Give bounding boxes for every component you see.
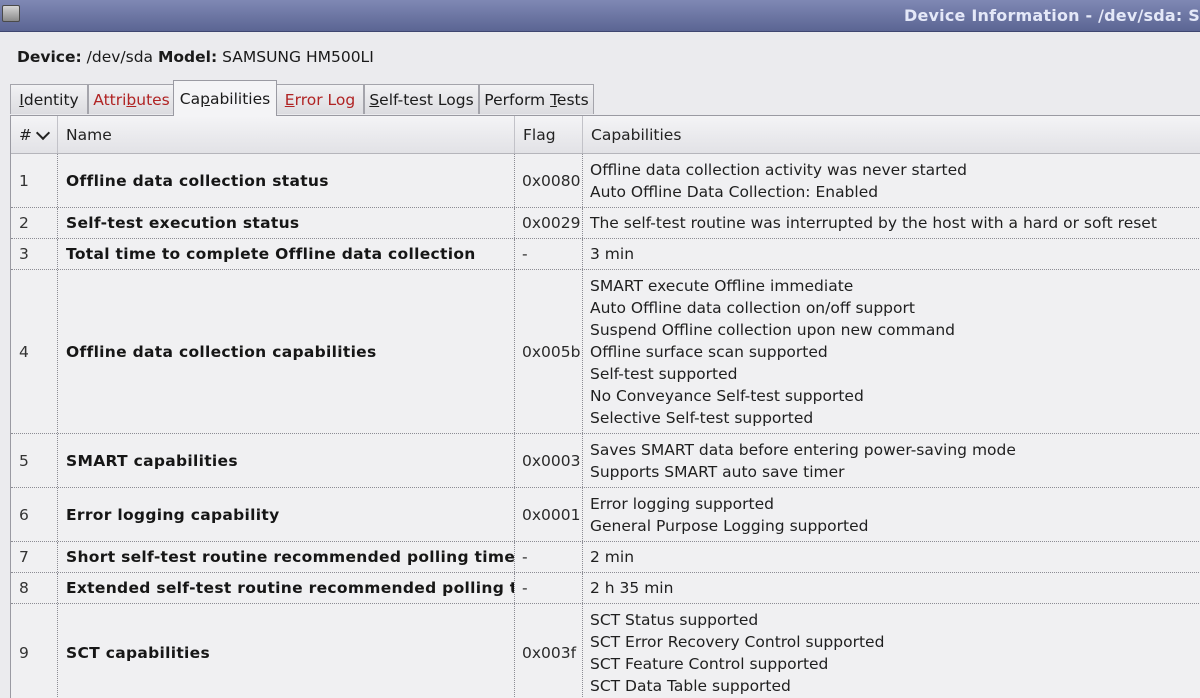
table-row[interactable]: 1 Offline data collection status 0x0080 Off… [11,154,1200,208]
row-capabilities: The self-test routine was interrupted by… [583,208,1200,238]
table-row[interactable]: 6 Error logging capability 0x0001 Error log… [11,488,1200,542]
row-number: 9 [11,604,58,698]
row-capabilities: Error logging supported General Purpose L… [583,488,1200,541]
capability-line: SCT Data Table supported [590,676,791,695]
row-number: 4 [11,270,58,433]
tab-label: Perform Tests [484,90,589,109]
column-header-name[interactable]: Name [58,116,515,153]
capability-line: 3 min [590,245,635,263]
row-name: SMART capabilities [58,434,515,487]
row-flag: 0x0003 [515,434,583,487]
device-value: /dev/sda [86,48,154,66]
capability-line: SCT Status supported [590,610,759,629]
capability-line: No Conveyance Self-test supported [590,386,864,405]
table-row[interactable]: 2 Self-test execution status 0x0029 The sel… [11,208,1200,239]
tab-label: Attributes [93,90,170,109]
row-flag: 0x0080 [515,154,583,207]
capability-line: 2 min [590,548,635,566]
row-capabilities: 2 h 35 min [583,573,1200,603]
capability-line: Self-test supported [590,364,738,383]
capability-line: Offline data collection activity was nev… [590,160,967,179]
table-header: # Name Flag Capabilities [11,116,1200,154]
row-number: 7 [11,542,58,572]
row-capabilities: 3 min [583,239,1200,269]
capability-line: SMART execute Offline immediate [590,276,854,295]
tab-label: Self-test Logs [369,90,474,109]
row-number: 1 [11,154,58,207]
row-capabilities: SMART execute Offline immediate Auto Offl… [583,270,1200,433]
capabilities-table[interactable]: # Name Flag Capabilities 1 Offline data c… [10,115,1200,698]
row-number: 2 [11,208,58,238]
row-flag: 0x005b [515,270,583,433]
row-flag: 0x0029 [515,208,583,238]
capability-line: The self-test routine was interrupted by… [590,214,1157,232]
row-name: Self-test execution status [58,208,515,238]
row-capabilities: SCT Status supported SCT Error Recovery C… [583,604,1200,698]
capability-line: Supports SMART auto save timer [590,462,845,481]
capability-line: Auto Offline Data Collection: Enabled [590,182,879,201]
capability-line: Saves SMART data before entering power-s… [590,440,1016,459]
tab-self-test-logs[interactable]: Self-test Logs [364,84,479,114]
row-name: SCT capabilities [58,604,515,698]
row-flag: - [515,542,583,572]
row-name: Error logging capability [58,488,515,541]
row-number: 5 [11,434,58,487]
tab-label: Identity [19,90,79,109]
device-summary: Device: /dev/sda Model: SAMSUNG HM500LI [17,48,374,66]
column-header-capabilities-label: Capabilities [591,125,682,144]
table-row[interactable]: 8 Extended self-test routine recommended … [11,573,1200,604]
row-name: Extended self-test routine recommended p… [58,573,515,603]
table-row[interactable]: 7 Short self-test routine recommended pol… [11,542,1200,573]
model-label: Model: [157,48,218,66]
column-header-capabilities[interactable]: Capabilities [583,116,1200,153]
tab-attributes[interactable]: Attributes [88,84,175,114]
column-header-number-label: # [19,125,32,144]
column-header-flag[interactable]: Flag [515,116,583,153]
row-number: 8 [11,573,58,603]
row-number: 3 [11,239,58,269]
tab-error-log[interactable]: Error Log [276,84,364,114]
capability-line: SCT Error Recovery Control supported [590,632,885,651]
table-row[interactable]: 4 Offline data collection capabilities 0x0… [11,270,1200,434]
capability-line: Offline surface scan supported [590,342,828,361]
table-row[interactable]: 9 SCT capabilities 0x003f SCT Status suppor… [11,604,1200,698]
tab-capabilities[interactable]: Capabilities [173,80,277,116]
capability-line: Selective Self-test supported [590,408,814,427]
table-body: 1 Offline data collection status 0x0080 Off… [11,154,1200,698]
row-name: Offline data collection status [58,154,515,207]
row-flag: - [515,573,583,603]
row-name: Offline data collection capabilities [58,270,515,433]
tab-label: Error Log [284,90,356,109]
table-row[interactable]: 5 SMART capabilities 0x0003 Saves SMART dat… [11,434,1200,488]
row-name: Total time to complete Offline data coll… [58,239,515,269]
table-row[interactable]: 3 Total time to complete Offline data col… [11,239,1200,270]
tab-identity[interactable]: Identity [10,84,88,114]
capability-line: Auto Offline data collection on/off supp… [590,298,915,317]
column-header-flag-label: Flag [523,125,556,144]
row-flag: 0x0001 [515,488,583,541]
column-header-name-label: Name [66,125,112,144]
capability-line: General Purpose Logging supported [590,516,869,535]
tab-perform-tests[interactable]: Perform Tests [479,84,594,114]
row-number: 6 [11,488,58,541]
window-menu-icon[interactable] [2,5,20,22]
column-header-number[interactable]: # [11,116,58,153]
capability-line: 2 h 35 min [590,579,674,597]
tab-label: Capabilities [179,89,271,108]
capability-line: SCT Feature Control supported [590,654,829,673]
row-flag: - [515,239,583,269]
row-capabilities: Saves SMART data before entering power-s… [583,434,1200,487]
model-value: SAMSUNG HM500LI [222,48,374,66]
row-name: Short self-test routine recommended poll… [58,542,515,572]
row-capabilities: 2 min [583,542,1200,572]
title-bar[interactable]: Device Information - /dev/sda: S [0,0,1200,32]
row-flag: 0x003f [515,604,583,698]
device-label: Device: [17,48,82,66]
capability-line: Suspend Offline collection upon new comm… [590,320,955,339]
row-capabilities: Offline data collection activity was nev… [583,154,1200,207]
sort-descending-icon [35,125,51,140]
window-title: Device Information - /dev/sda: S [904,6,1200,25]
device-information-window: Device Information - /dev/sda: S Device:… [0,0,1200,698]
capability-line: Error logging supported [590,494,774,513]
